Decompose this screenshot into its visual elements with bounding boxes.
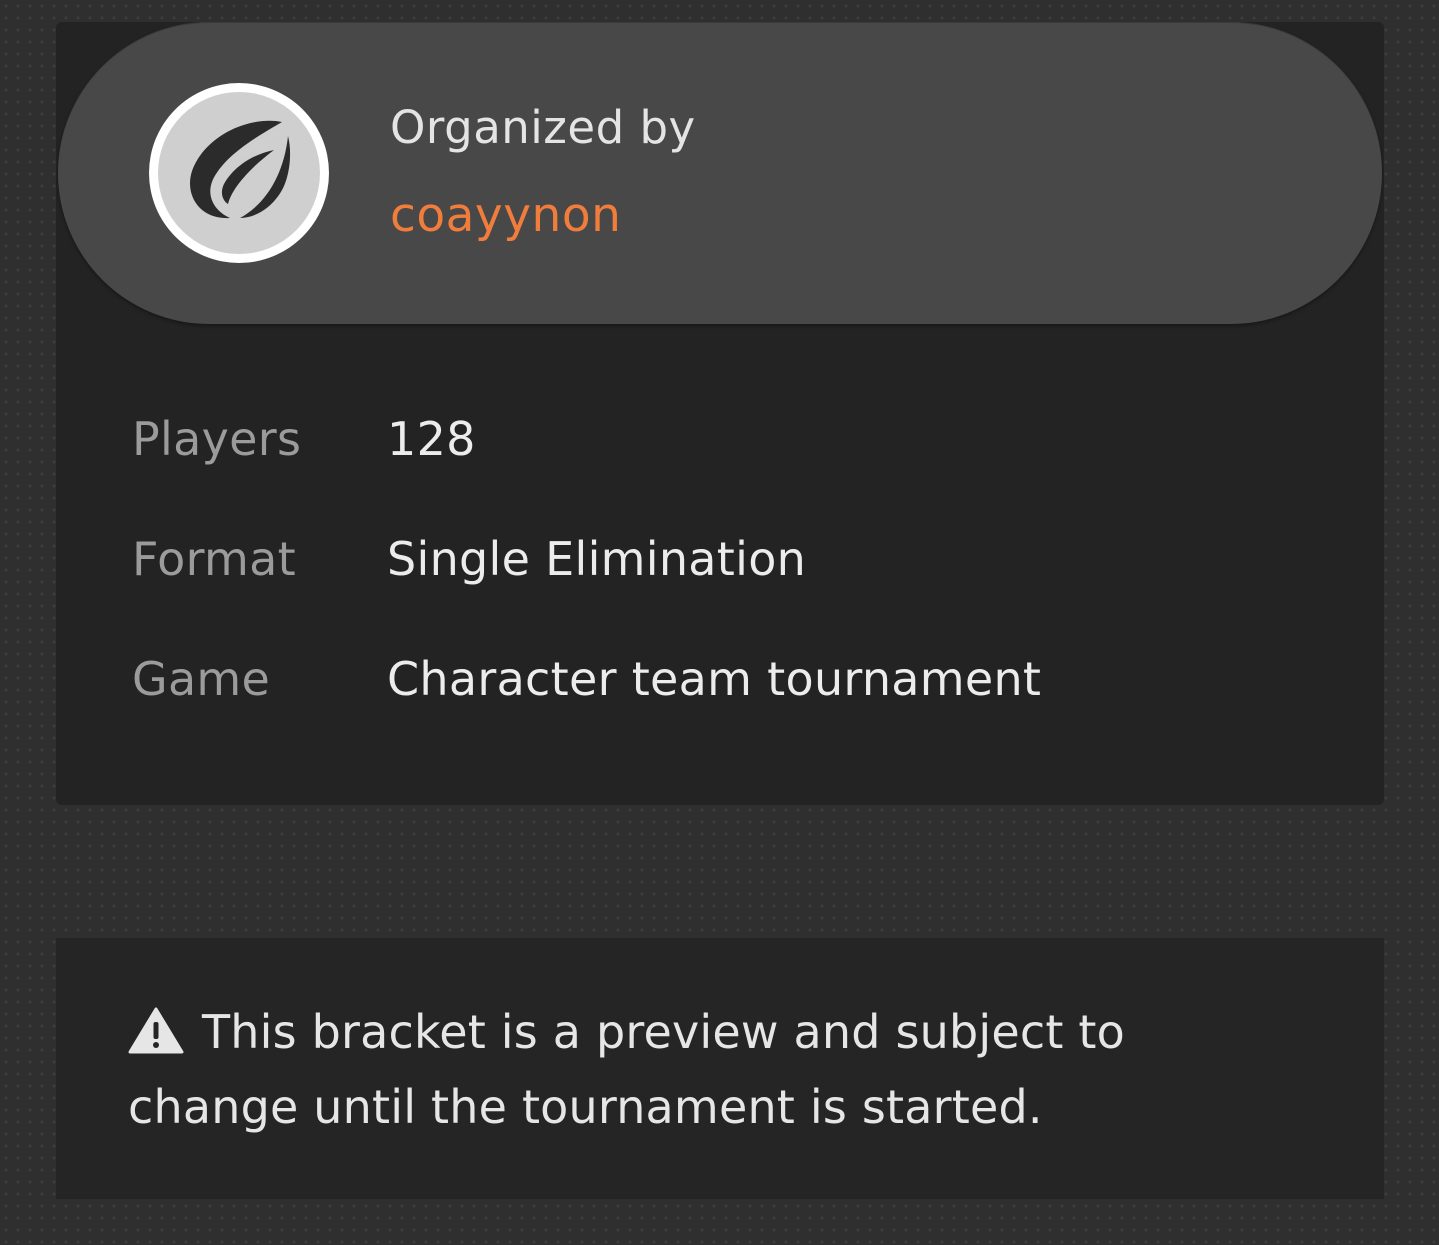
game-label: Game [132, 652, 271, 706]
detail-row-format: Format Single Elimination [132, 527, 1332, 591]
warning-icon [128, 1006, 184, 1054]
players-label: Players [132, 412, 302, 466]
players-value: 128 [387, 412, 476, 466]
notice-line-1: This bracket is a preview and subject to [202, 1005, 1125, 1059]
detail-row-game: Game Character team tournament [132, 647, 1332, 711]
organizer-avatar[interactable] [149, 83, 329, 263]
wing-logo-icon [158, 92, 320, 254]
notice-text: This bracket is a preview and subject to… [128, 995, 1308, 1145]
preview-notice: This bracket is a preview and subject to… [56, 938, 1384, 1199]
organizer-name-link[interactable]: coayynon [390, 184, 621, 248]
format-label: Format [132, 532, 296, 586]
notice-line-2: change until the tournament is started. [128, 1080, 1043, 1134]
format-value: Single Elimination [387, 532, 807, 586]
organizer-banner: Organized by coayynon [58, 22, 1382, 324]
tournament-info-card: Organized by coayynon Players 128 Format… [56, 22, 1384, 805]
organized-by-label: Organized by [390, 101, 696, 154]
game-value: Character team tournament [387, 652, 1042, 706]
detail-row-players: Players 128 [132, 407, 1332, 471]
